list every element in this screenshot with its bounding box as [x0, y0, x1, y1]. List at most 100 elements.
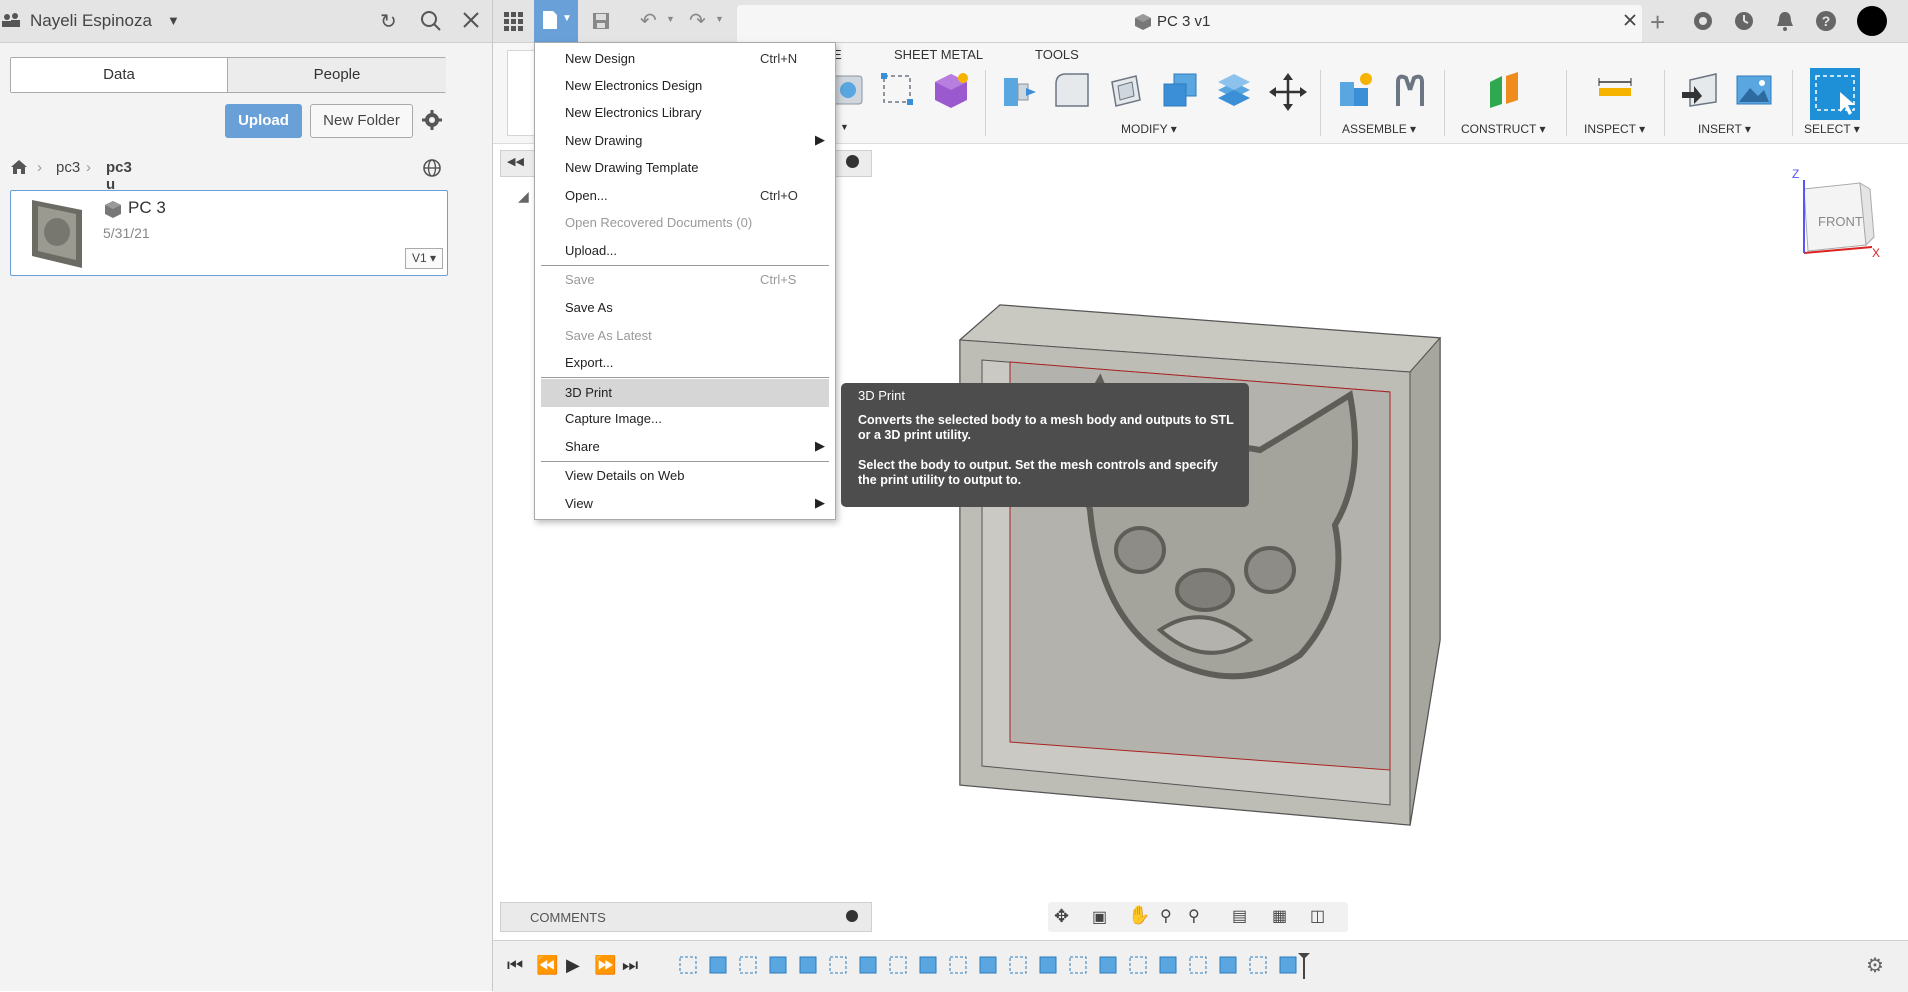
- menu-item-view-details-on-web[interactable]: View Details on Web: [535, 463, 835, 489]
- sketch-icon[interactable]: [878, 70, 918, 110]
- offset-face-icon[interactable]: [1214, 70, 1254, 110]
- insert-canvas-icon[interactable]: [1734, 70, 1774, 110]
- menu-item-open[interactable]: Open... Ctrl+O: [535, 183, 835, 209]
- combine-icon[interactable]: [1160, 70, 1200, 110]
- add-comment-icon[interactable]: [846, 910, 858, 922]
- tab-tools[interactable]: TOOLS: [1035, 47, 1079, 62]
- display-settings-icon[interactable]: ▤: [1232, 906, 1247, 926]
- timeline-features[interactable]: [678, 953, 1318, 979]
- grid-snaps-icon[interactable]: ▦: [1272, 906, 1287, 926]
- create-form-icon[interactable]: [830, 70, 870, 110]
- move-copy-icon[interactable]: [1268, 72, 1308, 112]
- menu-item-share[interactable]: Share ▶: [535, 434, 835, 460]
- new-folder-button[interactable]: New Folder: [310, 104, 413, 138]
- step-back-icon[interactable]: ⏪: [536, 955, 558, 976]
- close-tab-icon[interactable]: [1623, 13, 1637, 30]
- chevron-down-icon[interactable]: ▼: [840, 122, 849, 132]
- fillet-icon[interactable]: [1052, 70, 1092, 110]
- file-card[interactable]: PC 3 5/31/21 V1 ▾: [10, 190, 448, 276]
- user-avatar[interactable]: [1857, 6, 1887, 36]
- tab-data[interactable]: Data: [11, 58, 227, 92]
- tab-people[interactable]: People: [227, 58, 446, 92]
- menu-item-save-as[interactable]: Save As: [535, 295, 835, 321]
- menu-item-new-electronics-design[interactable]: New Electronics Design: [535, 73, 835, 99]
- menu-item-new-drawing-template[interactable]: New Drawing Template: [535, 155, 835, 181]
- search-icon[interactable]: [420, 10, 442, 35]
- menu-separator: [541, 377, 829, 378]
- version-badge[interactable]: V1 ▾: [405, 248, 443, 269]
- menu-item-upload[interactable]: Upload...: [535, 238, 835, 264]
- breadcrumb-pc3-u[interactable]: pc3 u: [106, 159, 132, 193]
- browser-tree-icon: ◢: [518, 188, 529, 204]
- team-icon[interactable]: [2, 12, 22, 31]
- notifications-bell-icon[interactable]: [1775, 10, 1795, 35]
- chevron-right-icon: ›: [37, 159, 42, 176]
- menu-item-new-electronics-library[interactable]: New Electronics Library: [535, 100, 835, 126]
- home-icon[interactable]: [10, 159, 28, 178]
- globe-icon[interactable]: [422, 158, 442, 181]
- upload-button[interactable]: Upload: [225, 104, 302, 138]
- save-icon[interactable]: [591, 11, 611, 34]
- app-bar: ▼ ↶ ▼ ↷ ▼ PC 3 v1 + ?: [493, 0, 1908, 43]
- menu-item-3d-print[interactable]: 3D Print: [541, 379, 829, 407]
- offset-plane-icon[interactable]: [1484, 70, 1524, 110]
- viewcube[interactable]: FRONT Z X: [1790, 167, 1880, 265]
- refresh-icon[interactable]: ↻: [380, 9, 397, 34]
- new-tab-plus-icon[interactable]: +: [1650, 7, 1665, 38]
- group-select[interactable]: SELECT ▾: [1804, 122, 1860, 136]
- play-icon[interactable]: ▶: [566, 955, 580, 976]
- menu-item-open-recovered: Open Recovered Documents (0): [565, 215, 753, 230]
- chevron-down-icon[interactable]: ▼: [666, 14, 675, 24]
- group-modify[interactable]: MODIFY ▾: [1121, 122, 1177, 136]
- file-menu-button[interactable]: ▼: [534, 0, 578, 42]
- chevron-down-icon[interactable]: ▼: [167, 13, 180, 28]
- group-inspect[interactable]: INSPECT ▾: [1584, 122, 1645, 136]
- shell-icon[interactable]: [1106, 70, 1146, 110]
- press-pull-icon[interactable]: [1000, 70, 1040, 110]
- menu-item-export[interactable]: Export...: [535, 350, 835, 376]
- insert-derive-icon[interactable]: [1680, 70, 1720, 110]
- divider: [1566, 70, 1567, 136]
- redo-icon[interactable]: ↷: [689, 8, 706, 33]
- document-tab[interactable]: PC 3 v1: [737, 5, 1642, 42]
- job-status-clock-icon[interactable]: [1733, 10, 1755, 35]
- group-assemble[interactable]: ASSEMBLE ▾: [1342, 122, 1416, 136]
- collapse-left-icon[interactable]: ◀◀: [507, 155, 524, 168]
- go-to-start-icon[interactable]: ⏮: [507, 955, 523, 976]
- new-component-icon[interactable]: [1336, 70, 1376, 110]
- timeline-settings-gear-icon[interactable]: ⚙: [1866, 953, 1884, 978]
- grid-menu-icon[interactable]: [503, 11, 523, 34]
- settings-gear-icon[interactable]: [421, 109, 443, 134]
- group-construct[interactable]: CONSTRUCT ▾: [1461, 122, 1545, 136]
- orbit-icon[interactable]: ✥: [1054, 906, 1069, 927]
- create-box-icon[interactable]: [931, 70, 971, 110]
- menu-item-capture-image[interactable]: Capture Image...: [535, 406, 835, 432]
- chevron-down-icon[interactable]: ▼: [715, 14, 724, 24]
- file-thumbnail: [26, 196, 86, 270]
- close-icon[interactable]: [462, 11, 480, 32]
- tab-sheet-metal[interactable]: SHEET METAL: [894, 47, 983, 62]
- data-panel-header: Nayeli Espinoza ▼ ↻: [0, 0, 492, 43]
- menu-item-view[interactable]: View ▶: [535, 491, 835, 517]
- select-icon[interactable]: [1810, 68, 1860, 120]
- extensions-icon[interactable]: [1692, 10, 1714, 35]
- group-insert[interactable]: INSERT ▾: [1698, 122, 1751, 136]
- user-name[interactable]: Nayeli Espinoza: [30, 11, 152, 31]
- go-to-end-icon[interactable]: ⏭: [622, 955, 638, 976]
- step-forward-icon[interactable]: ⏩: [594, 955, 616, 976]
- look-at-icon[interactable]: ▣: [1092, 907, 1107, 927]
- minus-circle-icon[interactable]: [846, 155, 859, 168]
- menu-item-new-drawing[interactable]: New Drawing ▶: [535, 128, 835, 154]
- zoom-icon[interactable]: ⚲: [1160, 906, 1172, 926]
- breadcrumb-pc3[interactable]: pc3: [56, 159, 80, 176]
- fit-icon[interactable]: ⚲: [1188, 906, 1200, 926]
- joint-icon[interactable]: [1390, 70, 1430, 110]
- measure-icon[interactable]: [1595, 76, 1635, 104]
- design-cube-icon: [1134, 13, 1152, 34]
- undo-icon[interactable]: ↶: [640, 8, 657, 33]
- help-icon[interactable]: ?: [1815, 10, 1837, 35]
- pan-hand-icon[interactable]: ✋: [1128, 905, 1150, 926]
- viewports-icon[interactable]: ◫: [1310, 906, 1325, 926]
- menu-item-new-design[interactable]: New Design Ctrl+N: [535, 46, 835, 72]
- model-3d-viewport[interactable]: [950, 300, 1450, 830]
